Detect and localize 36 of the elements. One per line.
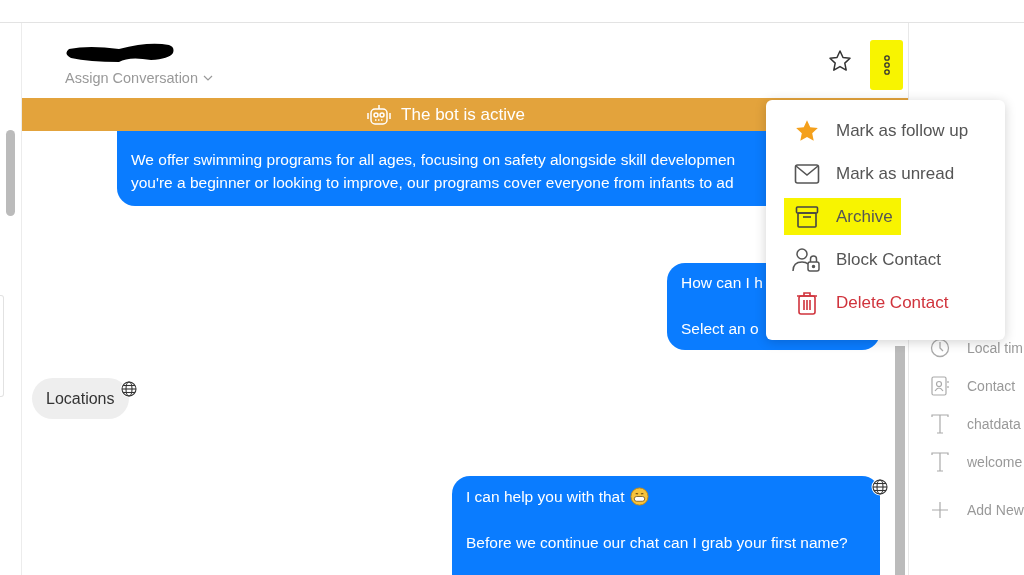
contact-card-icon bbox=[931, 376, 949, 396]
message-text: How can I h bbox=[681, 273, 763, 293]
menu-item[interactable]: Mark as unread bbox=[784, 155, 963, 192]
text-type-icon bbox=[931, 452, 949, 472]
contact-field-label: Contact bbox=[967, 378, 1016, 394]
more-icon bbox=[882, 53, 891, 76]
contact-field-label: Local tim bbox=[967, 340, 1024, 356]
message-text: Select an o bbox=[681, 319, 759, 339]
grinning-face-icon bbox=[629, 487, 649, 506]
contact-field-label: chatdata bbox=[967, 416, 1021, 432]
scrollbar-thumb[interactable] bbox=[6, 130, 15, 216]
message-text: I can help you with that bbox=[466, 487, 625, 507]
bot-status-text: The bot is active bbox=[401, 104, 525, 125]
plus-icon bbox=[932, 502, 948, 518]
envelope-icon bbox=[794, 162, 820, 185]
globe-icon bbox=[119, 380, 138, 398]
contact-field-label: welcome bbox=[967, 454, 1023, 470]
message-text: you're a beginner or looking to improve, our programs cover everyone from infants to ad bbox=[131, 173, 734, 193]
menu-item[interactable]: Archive bbox=[784, 198, 901, 235]
more-options-button[interactable] bbox=[870, 39, 903, 90]
menu-item[interactable]: Block Contact bbox=[784, 241, 949, 278]
caret-icon bbox=[203, 75, 213, 81]
clock-icon bbox=[930, 338, 950, 358]
message-text: We offer swimming programs for all ages, focusing on safety alongside skill developmen bbox=[131, 150, 736, 170]
trash-icon bbox=[796, 290, 818, 315]
star-icon[interactable] bbox=[828, 48, 852, 73]
globe-icon bbox=[871, 478, 889, 496]
scrollbar-thumb[interactable] bbox=[895, 346, 905, 575]
archive-box-icon bbox=[795, 204, 819, 229]
text-type-icon bbox=[931, 414, 949, 434]
message-text: Before we continue our chat can I grab your first name? bbox=[466, 533, 848, 553]
menu-item[interactable]: Mark as follow up bbox=[784, 112, 977, 149]
menu-item[interactable]: Delete Contact bbox=[784, 284, 957, 321]
robot-icon bbox=[365, 103, 394, 126]
message-text: Locations bbox=[46, 389, 115, 409]
user-lock-icon bbox=[792, 246, 822, 273]
